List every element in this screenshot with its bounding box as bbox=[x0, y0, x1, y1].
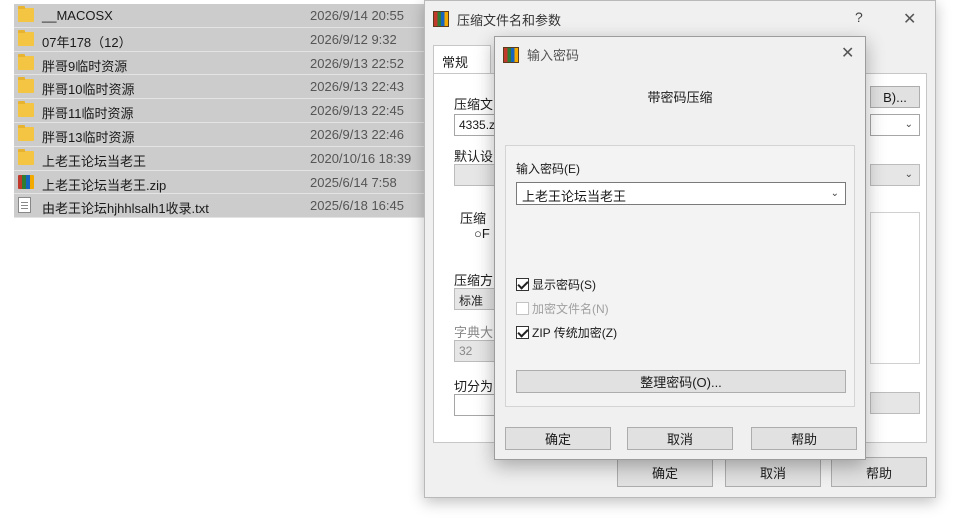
file-list: __MACOSX 2026/9/14 20:55 07年178（12） 2026… bbox=[14, 4, 424, 219]
profile-dropdown[interactable]: ⌄ bbox=[870, 164, 920, 186]
archive-name-label: 压缩文 bbox=[454, 97, 494, 112]
checkbox-unchecked-icon bbox=[516, 302, 529, 315]
help-button[interactable]: 帮助 bbox=[751, 427, 857, 450]
close-icon[interactable]: ✕ bbox=[841, 43, 854, 63]
password-value: 上老王论坛当老王 bbox=[522, 189, 627, 204]
file-date: 2020/10/16 18:39 bbox=[310, 150, 412, 166]
file-date: 2026/9/13 22:46 bbox=[310, 126, 404, 142]
format-radio-label: F bbox=[481, 226, 490, 241]
close-icon[interactable]: ✕ bbox=[903, 9, 916, 29]
update-mode-select[interactable]: ⌄ bbox=[870, 114, 920, 136]
file-name: 由老王论坛hjhhlsalh1收录.txt bbox=[42, 201, 209, 217]
file-date: 2026/9/13 22:45 bbox=[310, 103, 404, 119]
enter-password-dialog: 输入密码 ✕ 带密码压缩 输入密码(E) 上老王论坛当老王 ⌄ 显示密码(S) … bbox=[494, 36, 866, 460]
default-profile-label: 默认设 bbox=[454, 149, 494, 164]
file-row[interactable]: 胖哥9临时资源 2026/9/13 22:52 bbox=[14, 51, 424, 76]
compress-format-label: 压缩 bbox=[460, 211, 487, 226]
checkbox-checked-icon bbox=[516, 326, 529, 339]
ok-button[interactable]: 确定 bbox=[617, 457, 713, 487]
file-row[interactable]: 胖哥13临时资源 2026/9/13 22:46 bbox=[14, 122, 424, 147]
compression-method-label: 压缩方 bbox=[454, 273, 494, 288]
folder-icon bbox=[18, 124, 34, 141]
file-date: 2026/9/12 9:32 bbox=[310, 31, 397, 47]
split-volume-label: 切分为 bbox=[454, 379, 494, 394]
cancel-button[interactable]: 取消 bbox=[627, 427, 733, 450]
text-file-icon bbox=[18, 197, 31, 214]
file-row[interactable]: 上老王论坛当老王.zip 2025/6/14 7:58 bbox=[14, 170, 424, 195]
winrar-icon bbox=[433, 11, 449, 27]
dialog-title: 压缩文件名和参数 bbox=[457, 12, 562, 28]
enter-password-label: 输入密码(E) bbox=[516, 162, 580, 176]
file-name: 上老王论坛当老王 bbox=[42, 153, 147, 169]
checkbox-checked-icon bbox=[516, 278, 529, 291]
dialog-title-bar: 压缩文件名和参数 bbox=[433, 9, 561, 29]
folder-icon bbox=[18, 77, 34, 94]
encrypt-file-names-checkbox: 加密文件名(N) bbox=[516, 300, 609, 317]
winrar-archive-icon bbox=[18, 174, 34, 189]
file-row[interactable]: __MACOSX 2026/9/14 20:55 bbox=[14, 4, 424, 28]
file-row[interactable]: 上老王论坛当老王 2020/10/16 18:39 bbox=[14, 146, 424, 171]
help-icon[interactable]: ? bbox=[855, 9, 863, 25]
folder-icon bbox=[18, 29, 34, 46]
zip-legacy-encryption-checkbox[interactable]: ZIP 传统加密(Z) bbox=[516, 324, 617, 341]
browse-button[interactable]: B)... bbox=[870, 86, 920, 108]
file-date: 2026/9/13 22:52 bbox=[310, 55, 404, 71]
file-row[interactable]: 胖哥10临时资源 2026/9/13 22:43 bbox=[14, 75, 424, 100]
show-password-checkbox[interactable]: 显示密码(S) bbox=[516, 276, 596, 293]
file-name: 胖哥9临时资源 bbox=[42, 58, 128, 74]
zip-legacy-encryption-label: ZIP 传统加密(Z) bbox=[532, 326, 618, 340]
chevron-down-icon[interactable]: ⌄ bbox=[831, 188, 839, 199]
tab-general[interactable]: 常规 bbox=[433, 45, 491, 75]
file-row[interactable]: 由老王论坛hjhhlsalh1收录.txt 2025/6/18 16:45 bbox=[14, 194, 424, 219]
file-date: 2026/9/13 22:43 bbox=[310, 79, 404, 95]
folder-icon bbox=[18, 53, 34, 70]
folder-icon bbox=[18, 101, 34, 118]
file-name: 胖哥10临时资源 bbox=[42, 82, 135, 98]
file-name: __MACOSX bbox=[42, 8, 113, 23]
organize-passwords-button[interactable]: 整理密码(O)... bbox=[516, 370, 846, 393]
file-name: 胖哥11临时资源 bbox=[42, 106, 134, 122]
password-button-behind[interactable] bbox=[870, 392, 920, 414]
winrar-icon bbox=[503, 46, 519, 63]
cancel-button[interactable]: 取消 bbox=[725, 457, 821, 487]
show-password-label: 显示密码(S) bbox=[532, 278, 596, 292]
ok-button[interactable]: 确定 bbox=[505, 427, 611, 450]
file-name: 胖哥13临时资源 bbox=[42, 129, 135, 145]
file-name: 上老王论坛当老王.zip bbox=[42, 177, 167, 193]
password-input[interactable]: 上老王论坛当老王 ⌄ bbox=[516, 182, 846, 205]
password-heading: 带密码压缩 bbox=[647, 90, 713, 105]
encrypt-file-names-label: 加密文件名(N) bbox=[532, 302, 609, 316]
options-group bbox=[870, 212, 920, 364]
file-row[interactable]: 07年178（12） 2026/9/12 9:32 bbox=[14, 27, 424, 52]
folder-icon bbox=[18, 6, 34, 22]
password-group: 输入密码(E) 上老王论坛当老王 ⌄ 显示密码(S) 加密文件名(N) ZIP … bbox=[505, 145, 855, 407]
chevron-down-icon: ⌄ bbox=[904, 119, 913, 130]
chevron-down-icon: ⌄ bbox=[904, 169, 913, 180]
file-date: 2026/9/14 20:55 bbox=[310, 8, 404, 23]
dictionary-size-label: 字典大 bbox=[454, 325, 494, 340]
file-date: 2025/6/18 16:45 bbox=[310, 198, 404, 214]
file-name: 07年178（12） bbox=[42, 34, 132, 50]
file-date: 2025/6/14 7:58 bbox=[310, 174, 397, 190]
dialog-title: 输入密码 bbox=[527, 48, 580, 63]
format-radio[interactable]: ○F bbox=[474, 226, 490, 241]
file-row[interactable]: 胖哥11临时资源 2026/9/13 22:45 bbox=[14, 99, 424, 123]
dialog-title-bar: 输入密码 bbox=[503, 45, 579, 64]
help-button[interactable]: 帮助 bbox=[831, 457, 927, 487]
folder-icon bbox=[18, 148, 34, 165]
